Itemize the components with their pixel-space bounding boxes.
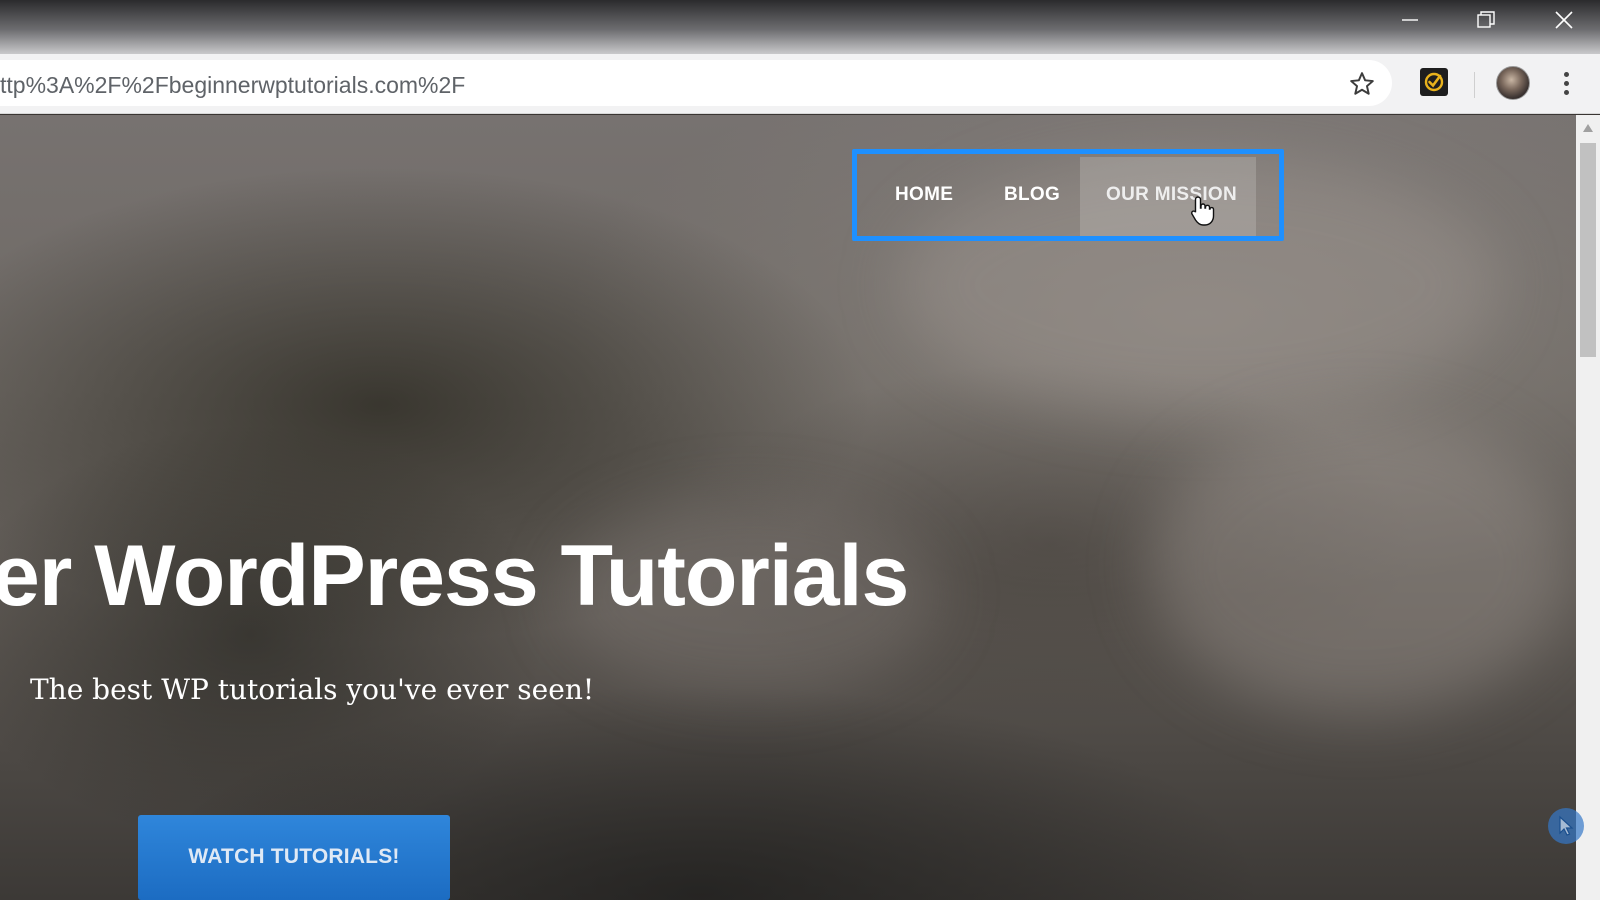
page-hero-section: HOME BLOG OUR MISSION er WordPress Tutor…: [0, 115, 1576, 900]
extension-checkmark-icon: [1424, 72, 1444, 92]
hero-subtitle: The best WP tutorials you've ever seen!: [30, 673, 595, 706]
close-button[interactable]: [1534, 0, 1594, 40]
screen: ttp%3A%2F%2Fbeginnerwptutorials.com%2F H…: [0, 0, 1600, 900]
profile-avatar[interactable]: [1496, 66, 1530, 100]
scrollbar-thumb[interactable]: [1580, 143, 1596, 357]
kebab-dot: [1563, 71, 1569, 77]
scroll-up-arrow-icon[interactable]: [1582, 123, 1594, 133]
nav-highlight-box: [852, 149, 1284, 241]
kebab-dot: [1563, 80, 1569, 86]
url-text[interactable]: ttp%3A%2F%2Fbeginnerwptutorials.com%2F: [0, 72, 465, 98]
bookmark-star-icon: [1350, 72, 1374, 95]
page-scrollbar[interactable]: [1576, 115, 1600, 900]
restore-icon: [1477, 11, 1495, 28]
minimize-button[interactable]: [1380, 0, 1440, 40]
floating-cursor-widget[interactable]: [1548, 808, 1584, 844]
hand-cursor-icon: [1191, 196, 1215, 226]
close-icon: [1555, 11, 1573, 29]
browser-toolbar: ttp%3A%2F%2Fbeginnerwptutorials.com%2F: [0, 54, 1600, 114]
menu-kebab-icon[interactable]: [1556, 68, 1576, 98]
extension-button[interactable]: [1420, 68, 1448, 96]
address-bar[interactable]: ttp%3A%2F%2Fbeginnerwptutorials.com%2F: [0, 60, 1392, 106]
hero-title: er WordPress Tutorials: [0, 528, 909, 624]
bookmark-star-button[interactable]: [1348, 70, 1376, 98]
fog-overlay: [1150, 415, 1570, 715]
browser-titlebar: [0, 0, 1600, 54]
kebab-dot: [1563, 89, 1569, 95]
minimize-icon: [1402, 19, 1418, 21]
restore-button[interactable]: [1456, 0, 1516, 40]
pointer-icon: [1559, 815, 1574, 836]
watch-tutorials-button[interactable]: WATCH TUTORIALS!: [138, 815, 450, 900]
toolbar-separator: [1474, 72, 1475, 98]
